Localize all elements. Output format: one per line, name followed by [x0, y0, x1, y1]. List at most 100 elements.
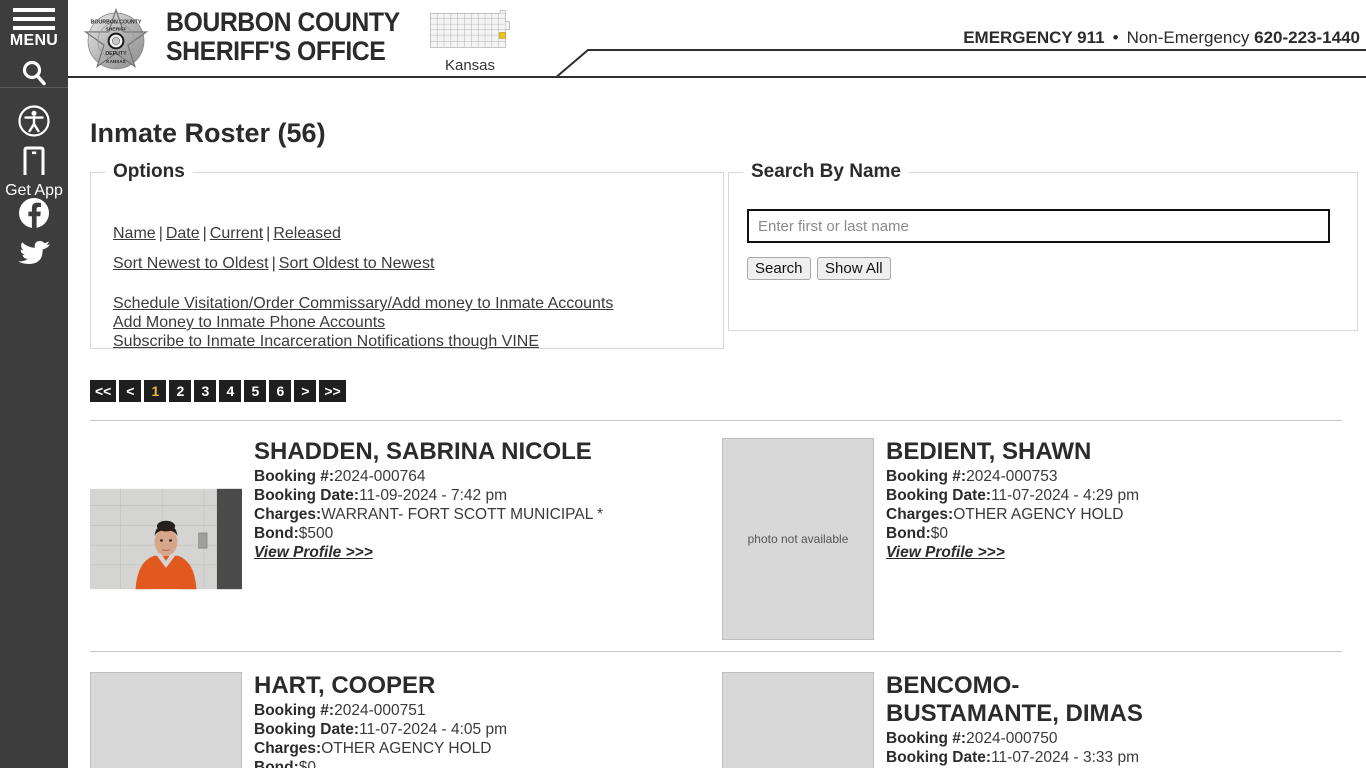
booking-number-label: Booking #: — [254, 702, 335, 719]
filter-link-name[interactable]: Name — [113, 225, 156, 242]
sort-links-row: Sort Newest to Oldest | Sort Oldest to New… — [113, 255, 434, 273]
inmate-name: HART, COOPER — [254, 672, 436, 699]
booking-number-field: Booking #:2024-000751 — [254, 701, 507, 720]
bond-field: Bond:$500 — [254, 524, 603, 543]
search-input[interactable] — [747, 209, 1330, 243]
booking-date-label: Booking Date: — [254, 487, 360, 504]
svg-text:BOURBON COUNTY: BOURBON COUNTY — [91, 20, 142, 26]
filter-link-released[interactable]: Released — [273, 225, 341, 242]
search-panel: Search By Name Search Show All — [728, 161, 1358, 331]
vine-subscribe-link[interactable]: Subscribe to Inmate Incarceration Notifi… — [113, 332, 539, 351]
inmate-card: photo not available BEDIENT, SHAWN Booki… — [722, 438, 1139, 640]
inmate-name: BENCOMO-BUSTAMANTE, DIMAS — [886, 672, 1143, 727]
non-emergency-number[interactable]: 620-223-1440 — [1254, 28, 1360, 47]
show-all-button[interactable]: Show All — [817, 257, 891, 280]
page-first-button[interactable]: << — [90, 380, 117, 402]
bond-label: Bond: — [254, 759, 299, 768]
booking-date-value: 11-09-2024 - 7:42 pm — [359, 487, 507, 504]
sidebar-item-get-app[interactable]: Get App — [0, 146, 68, 200]
bond-value: $500 — [298, 525, 334, 542]
page-button-5[interactable]: 5 — [244, 380, 267, 402]
sidebar-item-twitter[interactable] — [0, 240, 68, 270]
organization-title: BOURBON COUNTY SHERIFF'S OFFICE — [166, 8, 400, 66]
view-profile-link[interactable]: View Profile >>> — [254, 544, 373, 562]
facebook-icon — [19, 198, 49, 230]
booking-date-field: Booking Date:11-09-2024 - 7:42 pm — [254, 486, 603, 505]
bond-field: Bond:$0 — [886, 524, 1139, 543]
sidebar-menu-section[interactable]: MENU — [0, 0, 68, 88]
booking-date-value: 11-07-2024 - 3:33 pm — [991, 749, 1139, 766]
booking-number-field: Booking #:2024-000753 — [886, 467, 1139, 486]
inmate-card: photo not available BENCOMO-BUSTAMANTE, … — [722, 672, 1186, 768]
sheriff-star-badge-icon: BOURBON COUNTY SHERIFF DEPUTY KANSAS — [83, 7, 149, 70]
site-header: BOURBON COUNTY SHERIFF DEPUTY KANSAS BOU… — [68, 0, 1366, 80]
svg-text:KANSAS: KANSAS — [106, 59, 125, 64]
sidebar-search-button[interactable] — [0, 57, 68, 88]
inmate-card: photo not available HART, COOPER Booking… — [90, 672, 507, 768]
org-title-line2: SHERIFF'S OFFICE — [166, 36, 386, 66]
booking-date-label: Booking Date: — [254, 721, 360, 738]
accessibility-icon — [18, 105, 50, 137]
search-icon — [22, 60, 46, 85]
twitter-icon — [18, 241, 50, 264]
options-panel: Options Name | Date | Current | Released Sort … — [90, 161, 724, 351]
mobile-phone-icon — [23, 146, 45, 175]
bond-label: Bond: — [886, 525, 931, 542]
inmate-name: BEDIENT, SHAWN — [886, 438, 1092, 465]
emergency-label: EMERGENCY 911 — [963, 28, 1105, 47]
charges-field: Charges:WARRANT- FORT SCOTT MUNICIPAL * — [254, 505, 603, 524]
non-emergency-label: Non-Emergency — [1126, 28, 1250, 47]
svg-text:SHERIFF: SHERIFF — [105, 26, 126, 32]
options-service-links: Schedule Visitation/Order Commissary/Add… — [113, 294, 613, 351]
sidebar-item-accessibility[interactable] — [0, 104, 68, 138]
page-last-button[interactable]: >> — [319, 380, 346, 402]
booking-date-value: 11-07-2024 - 4:29 pm — [991, 487, 1139, 504]
sort-oldest-to-newest-link[interactable]: Sort Oldest to Newest — [279, 255, 435, 272]
search-button[interactable]: Search — [747, 257, 811, 280]
main-content: Inmate Roster (56) Options Name | Date | Cur… — [68, 78, 1366, 768]
sidebar-item-facebook[interactable] — [0, 196, 68, 230]
inmate-photo-placeholder: photo not available — [90, 672, 242, 768]
page-button-2[interactable]: 2 — [169, 380, 192, 402]
divider-middle — [90, 651, 1342, 652]
sort-newest-to-oldest-link[interactable]: Sort Newest to Oldest — [113, 255, 269, 272]
booking-number-value: 2024-000753 — [966, 468, 1058, 485]
page-next-button[interactable]: > — [294, 380, 317, 402]
hamburger-icon[interactable] — [13, 8, 55, 35]
bourbon-county-highlight — [499, 32, 506, 39]
bond-value: $0 — [298, 759, 317, 768]
pipe: | — [202, 225, 207, 242]
booking-date-field: Booking Date:11-07-2024 - 4:05 pm — [254, 720, 507, 739]
page-prev-button[interactable]: < — [119, 380, 142, 402]
page-button-6[interactable]: 6 — [269, 380, 292, 402]
view-profile-link[interactable]: View Profile >>> — [886, 544, 1005, 562]
schedule-visitation-link[interactable]: Schedule Visitation/Order Commissary/Add… — [113, 294, 613, 313]
pipe: | — [271, 255, 276, 272]
menu-label: MENU — [9, 32, 59, 49]
page-title: Inmate Roster (56) — [90, 118, 326, 148]
filter-link-date[interactable]: Date — [166, 225, 200, 242]
pipe: | — [158, 225, 163, 242]
bond-label: Bond: — [254, 525, 299, 542]
inmate-photo[interactable] — [90, 438, 242, 640]
booking-date-label: Booking Date: — [886, 487, 992, 504]
bond-field: Bond:$0 — [254, 758, 507, 768]
add-money-phone-link[interactable]: Add Money to Inmate Phone Accounts — [113, 313, 385, 332]
charges-value: OTHER AGENCY HOLD — [321, 740, 492, 757]
inmate-info: BEDIENT, SHAWN Booking #:2024-000753 Boo… — [886, 438, 1139, 640]
inmate-info: SHADDEN, SABRINA NICOLE Booking #:2024-0… — [254, 438, 603, 640]
page-button-3[interactable]: 3 — [194, 380, 217, 402]
charges-field: Charges:OTHER AGENCY HOLD — [886, 505, 1139, 524]
inmate-card: SHADDEN, SABRINA NICOLE Booking #:2024-0… — [90, 438, 603, 640]
booking-date-value: 11-07-2024 - 4:05 pm — [359, 721, 507, 738]
emergency-contact-bar: EMERGENCY 911 • Non-Emergency 620-223-1440 — [963, 28, 1360, 48]
search-legend: Search By Name — [751, 161, 901, 182]
booking-number-label: Booking #: — [886, 730, 967, 747]
page-button-4[interactable]: 4 — [219, 380, 242, 402]
page-button-1[interactable]: 1 — [144, 380, 167, 402]
booking-date-field: Booking Date:11-07-2024 - 3:33 pm — [886, 748, 1186, 767]
filter-link-current[interactable]: Current — [210, 225, 263, 242]
svg-text:DEPUTY: DEPUTY — [105, 51, 127, 57]
booking-number-value: 2024-000751 — [334, 702, 426, 719]
options-links: Name | Date | Current | Released Sort Newest t… — [113, 225, 434, 285]
